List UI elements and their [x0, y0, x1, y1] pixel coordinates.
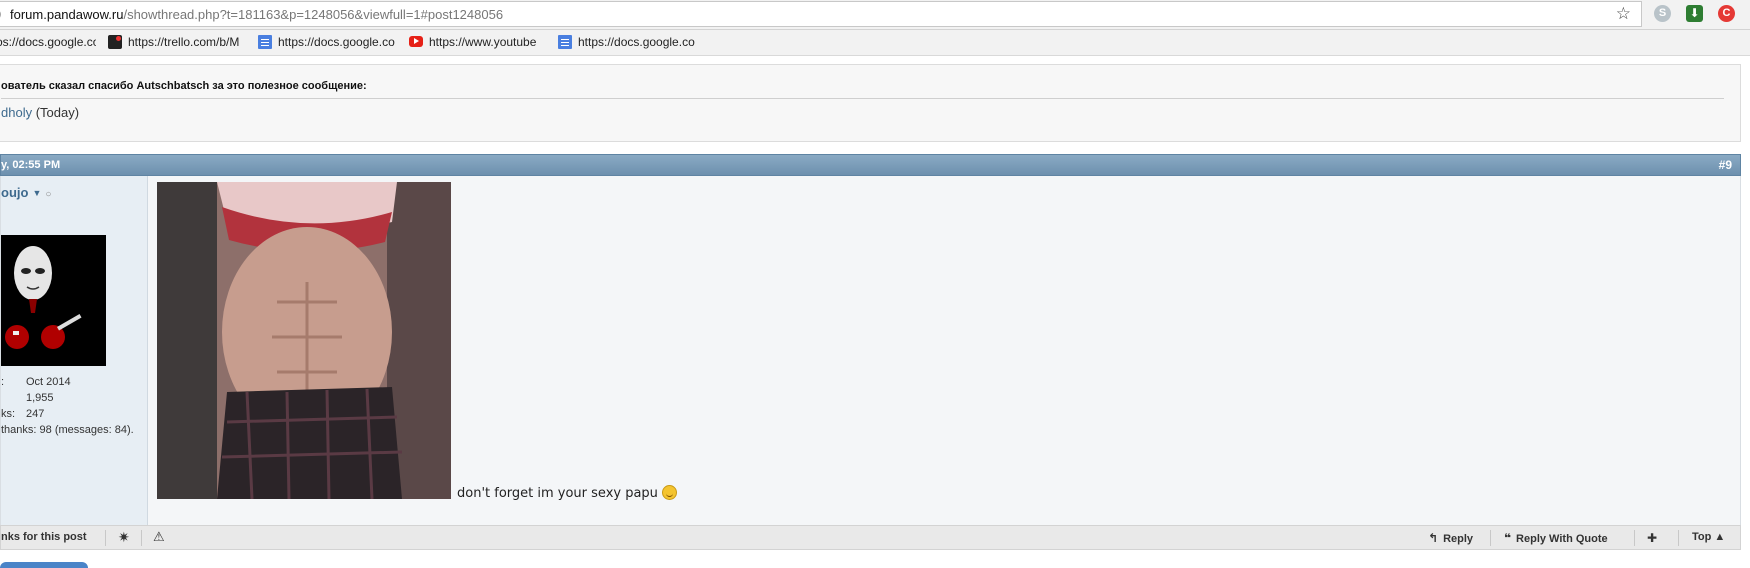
url-lead-glyph: ): [0, 6, 1, 21]
smiley-icon: [661, 485, 677, 500]
address-bar: ) forum.pandawow.ru/showthread.php?t=181…: [0, 0, 1750, 30]
quote-bubble-icon: ❝: [1504, 531, 1512, 545]
youtube-icon: [409, 36, 423, 47]
bookmark-item[interactable]: https://trello.com/b/M: [108, 35, 244, 49]
reply-arrow-icon: ↰: [1428, 531, 1439, 545]
avatar[interactable]: [1, 235, 106, 366]
doc-icon: [258, 35, 272, 49]
divider: [1, 98, 1724, 99]
caret-down-icon[interactable]: ▼: [32, 188, 41, 198]
user-stats: : Oct 2014 1,955 ks: 247 thanks: 98 (messa…: [1, 374, 134, 438]
bookmark-label: https://docs.google.co: [578, 35, 695, 49]
stat-row: ks: 247: [1, 406, 134, 422]
multi-quote-button[interactable]: ✚: [1647, 531, 1662, 545]
bookmark-item[interactable]: https://docs.google.co: [558, 35, 698, 49]
url-host: forum.pandawow.ru: [10, 7, 124, 22]
thanks-when: (Today): [35, 105, 80, 120]
bookmark-label: https://docs.google.co: [278, 35, 395, 49]
bookmark-label: https://trello.com/b/M: [128, 35, 240, 49]
url-path: /showthread.php?t=181163&p=1248056&viewf…: [123, 7, 504, 22]
bookmark-label: os://docs.google.co: [0, 35, 96, 49]
user-info: oujo ▼ ○ : Oct 2014 1,955 ks: 247 thanks: 98…: [1, 176, 148, 525]
divider: [141, 530, 142, 546]
bookmark-item[interactable]: https://www.youtube: [409, 35, 545, 49]
stat-row: thanks: 98 (messages: 84).: [1, 422, 134, 438]
download-icon[interactable]: ⬇: [1686, 5, 1703, 22]
skype-icon[interactable]: S: [1654, 5, 1671, 22]
stat-row: 1,955: [1, 390, 134, 406]
top-link[interactable]: Top ▲: [1692, 531, 1725, 543]
thanks-for-post-link[interactable]: nks for this post: [1, 531, 87, 543]
divider: [105, 530, 106, 546]
post-text: don't forget im your sexy papu: [457, 485, 677, 501]
post-image[interactable]: [157, 182, 451, 499]
post-date: y, 02:55 PM: [1, 159, 61, 171]
divider: [1678, 530, 1679, 546]
url-field[interactable]: ) forum.pandawow.ru/showthread.php?t=181…: [0, 1, 1642, 27]
post-footer: nks for this post ✷ ⚠ ↰ Reply ❝ Reply With…: [0, 525, 1741, 550]
stat-row: : Oct 2014: [1, 374, 134, 390]
trello-icon: [108, 35, 122, 49]
divider: [1490, 530, 1491, 546]
post-photo: [157, 182, 451, 499]
red-extension-icon[interactable]: C: [1718, 5, 1735, 22]
reply-with-quote-button[interactable]: ❝ Reply With Quote: [1504, 531, 1608, 545]
post: oujo ▼ ○ : Oct 2014 1,955 ks: 247 thanks: 98…: [0, 176, 1741, 525]
bookmarks-bar: os://docs.google.co https://trello.com/b…: [0, 30, 1750, 56]
report-warning-icon[interactable]: ⚠: [153, 529, 165, 545]
stat-label: thanks: 98 (messages: 84).: [1, 424, 134, 436]
bookmark-label: https://www.youtube: [429, 35, 537, 49]
bottom-button-edge[interactable]: [0, 562, 88, 568]
top-label: Top: [1692, 531, 1712, 543]
reply-quote-label: Reply With Quote: [1516, 533, 1608, 545]
bookmark-item[interactable]: os://docs.google.co: [0, 35, 96, 49]
post-header: y, 02:55 PM #9: [0, 154, 1741, 176]
stat-label: ks:: [1, 408, 16, 420]
arrow-up-icon: ▲: [1714, 531, 1726, 543]
avatar-mask-image: [1, 235, 106, 366]
stat-value: 1,955: [26, 392, 54, 404]
thanks-users: dholy (Today): [1, 105, 79, 120]
doc-icon: [558, 35, 572, 49]
url-text[interactable]: forum.pandawow.ru/showthread.php?t=18116…: [10, 7, 503, 22]
reply-label: Reply: [1443, 533, 1474, 545]
bookmark-item[interactable]: https://docs.google.co: [258, 35, 398, 49]
multi-quote-icon: ✚: [1647, 531, 1658, 545]
bookmark-star-icon[interactable]: ☆: [1616, 5, 1631, 23]
divider: [1634, 530, 1635, 546]
post-message: don't forget im your sexy papu: [457, 486, 658, 501]
username-link[interactable]: oujo: [1, 185, 28, 200]
thanks-title: ователь сказал спасибо Autschbatsch за э…: [1, 80, 367, 92]
star-burst-icon[interactable]: ✷: [118, 529, 130, 546]
username[interactable]: oujo ▼ ○: [1, 185, 51, 200]
offline-status-icon: ○: [45, 189, 52, 200]
post-number-link[interactable]: #9: [1719, 158, 1732, 172]
stat-value: Oct 2014: [26, 376, 71, 388]
thanks-user-link[interactable]: dholy: [1, 105, 32, 120]
thanks-box: ователь сказал спасибо Autschbatsch за э…: [0, 64, 1741, 142]
stat-label: :: [1, 376, 5, 388]
stat-value: 247: [26, 408, 45, 420]
reply-button[interactable]: ↰ Reply: [1428, 531, 1473, 545]
